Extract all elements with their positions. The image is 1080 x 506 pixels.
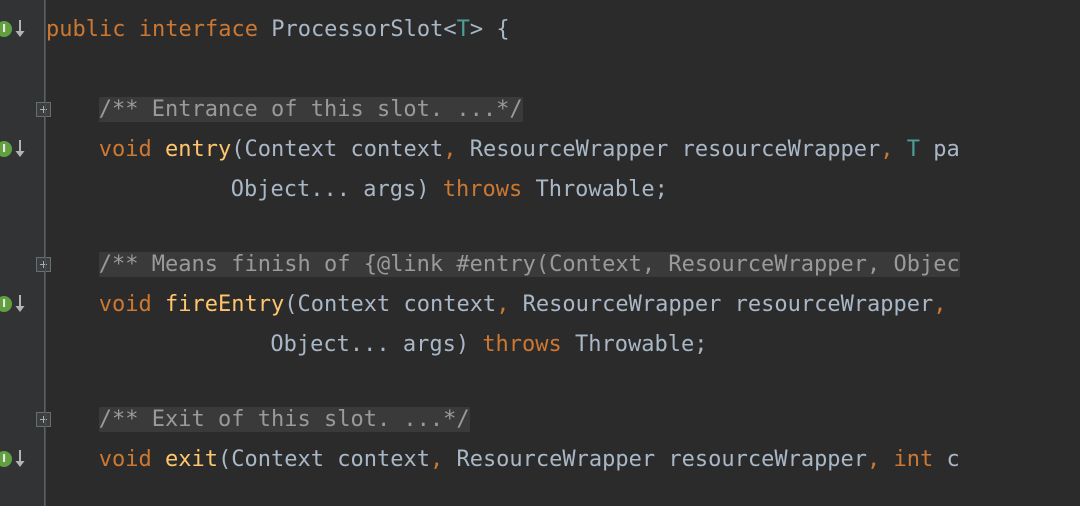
arrow-down-icon [15, 20, 25, 37]
line-method-exit-token-0: void [98, 447, 152, 472]
line-class-declaration-token-3 [258, 17, 271, 42]
line-method-entry-token-9 [894, 137, 907, 162]
line-method-exit-token-2: exit [165, 447, 219, 472]
line-method-exit-token-7: ResourceWrapper resourceWrapper [443, 447, 868, 472]
line-method-fireentry-token-2: fireEntry [165, 292, 285, 317]
line-javadoc-fireentry-folded-token-0[interactable]: /** Means finish of {@link #entry(Contex… [98, 252, 960, 277]
arrow-down-icon [15, 140, 25, 157]
line-class-declaration-token-7: > { [469, 17, 510, 42]
line-method-fireentry-continuation-token-1: throws [482, 332, 562, 357]
line-method-fireentry[interactable]: void fireEntry(Context context, Resource… [99, 285, 947, 325]
line-method-fireentry-continuation[interactable]: Object... args) throws Throwable; [270, 325, 707, 365]
line-method-exit-token-8: , [867, 447, 881, 472]
gutter-separator [45, 0, 46, 506]
line-method-exit-token-3: ( [218, 447, 232, 472]
line-method-entry-token-8: , [880, 137, 894, 162]
line-method-fireentry-token-3: ( [284, 292, 298, 317]
line-method-entry-continuation-token-2: Throwable; [522, 177, 668, 202]
line-method-fireentry-token-8: , [933, 292, 947, 317]
editor-code-area[interactable]: */ public interface ProcessorSlot<T> {/*… [46, 0, 1080, 506]
line-method-exit-token-6: , [429, 447, 444, 472]
line-javadoc-fireentry-folded[interactable]: /** Means finish of {@link #entry(Contex… [98, 245, 960, 285]
line-method-entry-token-1 [152, 137, 165, 162]
line-method-exit[interactable]: void exit(Context context, ResourceWrapp… [99, 440, 960, 480]
impl-marker-entry[interactable]: I [0, 138, 30, 160]
arrow-down-icon [15, 295, 25, 312]
interface-implemented-icon[interactable]: I [0, 451, 12, 467]
clipped-javadoc-end-line: */ [92, 0, 132, 6]
line-javadoc-entry-folded[interactable]: /** Entrance of this slot. ...*/ [98, 90, 523, 130]
line-method-entry-continuation[interactable]: Object... args) throws Throwable; [231, 170, 668, 210]
line-method-fireentry-token-7: ResourceWrapper resourceWrapper [509, 292, 934, 317]
line-method-entry-continuation-token-1: throws [442, 177, 523, 202]
line-method-fireentry-token-0: void [98, 292, 152, 317]
line-method-entry-token-4: Context [244, 137, 338, 162]
code-editor-window: */ public interface ProcessorSlot<T> {/*… [0, 0, 1080, 506]
line-method-fireentry-token-1 [152, 292, 165, 317]
line-class-declaration-token-5: < [443, 17, 457, 42]
line-method-entry-token-2: entry [165, 137, 232, 162]
impl-marker-exit[interactable]: I [0, 448, 30, 470]
fold-toggle-entry-javadoc[interactable] [36, 102, 51, 117]
line-method-fireentry-continuation-token-0: Object... args) [270, 332, 483, 357]
line-method-entry-continuation-token-0: Object... args) [230, 177, 443, 202]
line-method-fireentry-token-6: , [496, 292, 510, 317]
line-class-declaration-token-2: interface [138, 17, 258, 42]
line-javadoc-exit-folded-token-0[interactable]: /** Exit of this slot. ...*/ [98, 407, 470, 432]
interface-implemented-icon[interactable]: I [0, 21, 12, 37]
line-method-fireentry-token-4: Context [297, 292, 391, 317]
line-method-entry[interactable]: void entry(Context context, ResourceWrap… [99, 130, 960, 170]
line-method-entry-token-6: , [443, 137, 457, 162]
line-class-declaration[interactable]: public interface ProcessorSlot<T> { [46, 10, 510, 50]
line-javadoc-exit-folded[interactable]: /** Exit of this slot. ...*/ [98, 400, 470, 440]
line-method-entry-token-7: ResourceWrapper resourceWrapper [456, 137, 881, 162]
impl-marker-fireentry[interactable]: I [0, 293, 30, 315]
interface-implemented-icon[interactable]: I [0, 296, 12, 312]
line-method-exit-token-4: Context [231, 447, 324, 472]
fold-toggle-fireentry-javadoc[interactable] [36, 257, 51, 272]
line-class-declaration-token-4: ProcessorSlot [271, 17, 444, 42]
impl-marker-class[interactable]: I [0, 18, 30, 40]
line-method-exit-token-10: int [893, 447, 934, 472]
line-method-entry-token-10: T [906, 137, 921, 162]
line-method-exit-token-1 [152, 447, 165, 472]
line-method-entry-token-0: void [98, 137, 152, 162]
arrow-down-icon [15, 450, 25, 467]
line-class-declaration-token-1 [125, 17, 138, 42]
line-method-exit-token-11: c [933, 447, 960, 472]
line-class-declaration-token-0: public [46, 17, 126, 42]
line-method-exit-token-9 [880, 447, 893, 472]
line-method-entry-token-5: context [337, 137, 444, 162]
interface-implemented-icon[interactable]: I [0, 141, 12, 157]
editor-gutter[interactable]: I I I I [0, 0, 51, 506]
line-method-fireentry-token-5: context [390, 292, 497, 317]
line-method-fireentry-continuation-token-2: Throwable; [561, 332, 708, 357]
line-javadoc-entry-folded-token-0[interactable]: /** Entrance of this slot. ...*/ [98, 97, 523, 122]
line-class-declaration-token-6: T [456, 17, 470, 42]
fold-toggle-exit-javadoc[interactable] [36, 412, 51, 427]
line-method-exit-token-5: context [323, 447, 430, 472]
line-method-entry-token-11: pa [920, 137, 960, 162]
line-method-entry-token-3: ( [231, 137, 245, 162]
